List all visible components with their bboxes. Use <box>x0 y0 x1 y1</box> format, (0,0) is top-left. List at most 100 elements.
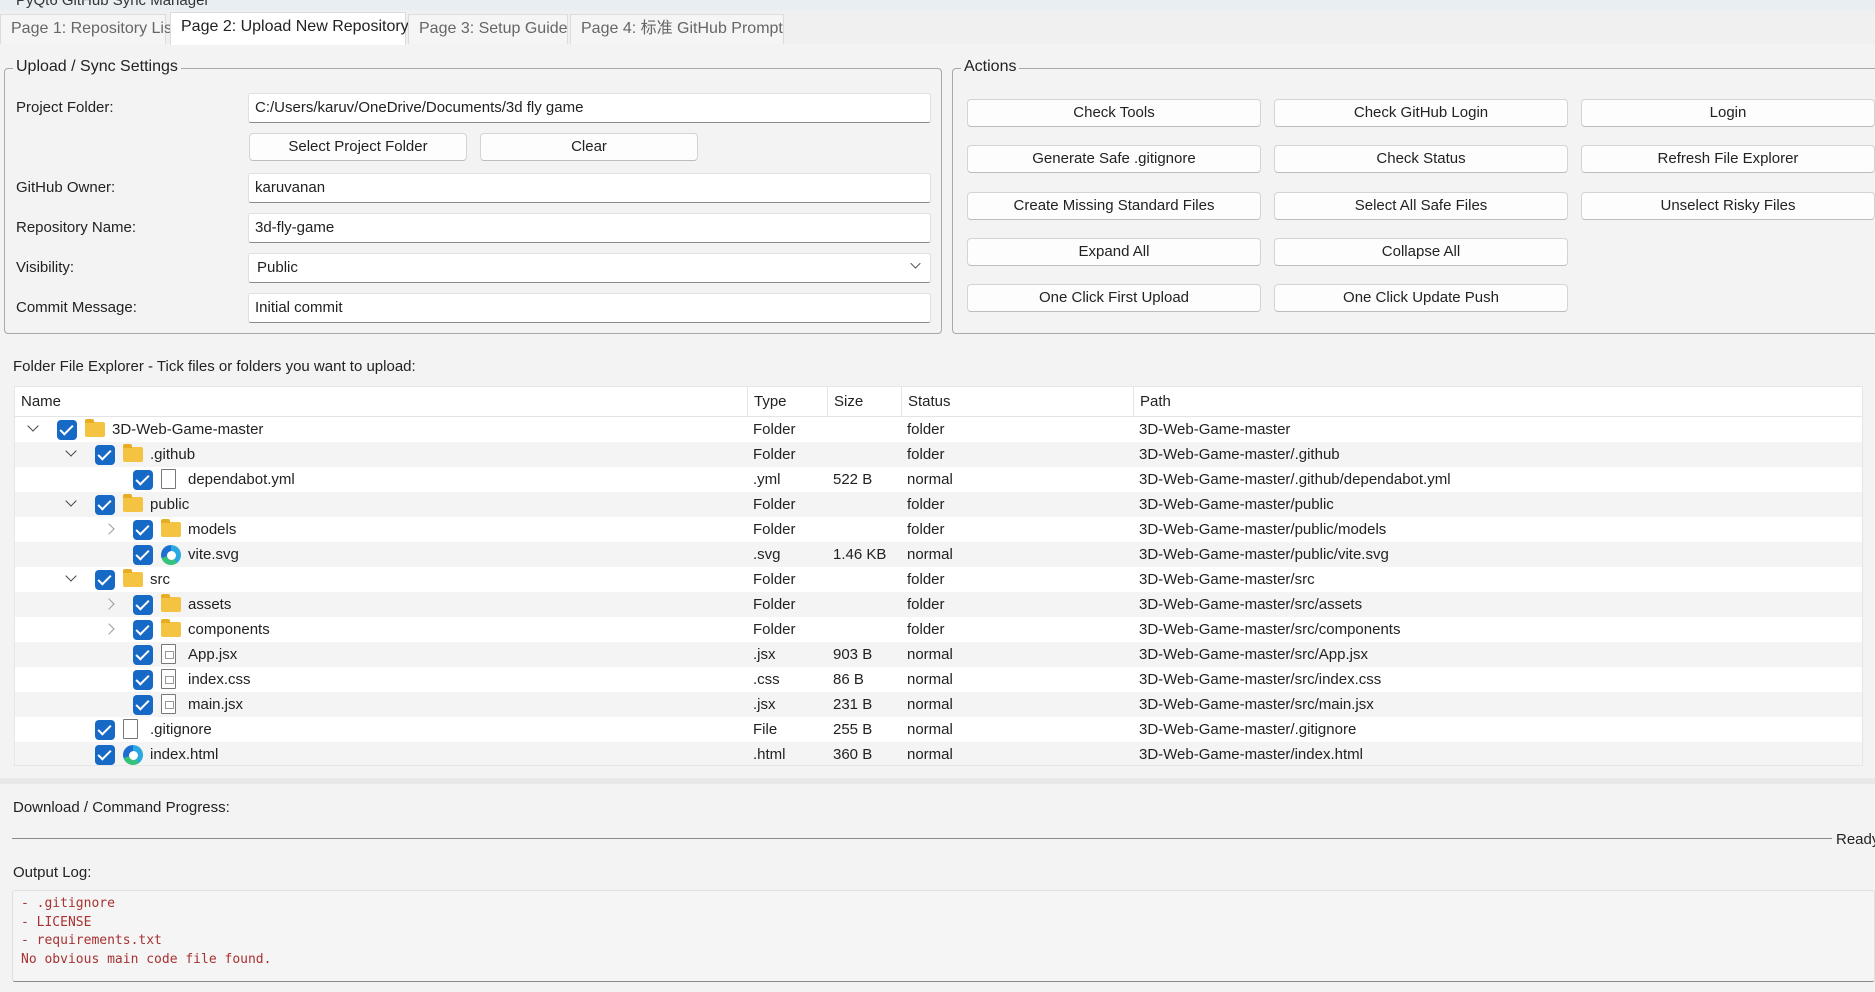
tree-row[interactable]: vite.svg .svg 1.46 KB normal 3D-Web-Game-mas… <box>15 542 1862 567</box>
row-checkbox[interactable] <box>95 745 115 765</box>
generate-gitignore-button[interactable]: Generate Safe .gitignore <box>967 145 1261 173</box>
check-tools-button[interactable]: Check Tools <box>967 99 1261 127</box>
actions-group: Actions Check Tools Check GitHub Login L… <box>952 58 1875 334</box>
column-header-type[interactable]: Type <box>748 387 828 417</box>
tree-row[interactable]: App.jsx .jsx 903 B normal 3D-Web-Game-master… <box>15 642 1862 667</box>
row-size: 86 B <box>833 671 864 688</box>
refresh-file-explorer-button[interactable]: Refresh File Explorer <box>1581 145 1875 173</box>
output-log-label: Output Log: <box>13 864 92 881</box>
folder-icon <box>123 444 143 462</box>
row-checkbox[interactable] <box>133 520 153 540</box>
row-type: Folder <box>753 596 796 613</box>
unselect-risky-files-button[interactable]: Unselect Risky Files <box>1581 192 1875 220</box>
row-name: .gitignore <box>150 721 212 738</box>
select-project-folder-button[interactable]: Select Project Folder <box>249 133 467 161</box>
tab-repository-list[interactable]: Page 1: Repository List <box>0 14 176 44</box>
file-explorer-tree[interactable]: Name Type Size Status Path 3D-Web-Game-m… <box>14 386 1863 766</box>
row-status: folder <box>907 596 945 613</box>
tab-setup-guide[interactable]: Page 3: Setup Guide <box>408 14 568 44</box>
tree-header: Name Type Size Status Path <box>15 387 1862 417</box>
row-size: 522 B <box>833 471 873 488</box>
chevron-down-icon[interactable] <box>65 570 77 582</box>
tree-row[interactable]: public Folder folder 3D-Web-Game-master/pub… <box>15 492 1862 517</box>
chevron-right-icon[interactable] <box>103 523 115 535</box>
row-type: Folder <box>753 571 796 588</box>
tree-row[interactable]: main.jsx .jsx 231 B normal 3D-Web-Game-maste… <box>15 692 1862 717</box>
row-checkbox[interactable] <box>95 445 115 465</box>
output-log[interactable]: - .gitignore - LICENSE - requirements.tx… <box>12 890 1875 982</box>
expand-all-button[interactable]: Expand All <box>967 238 1261 266</box>
settings-group: Upload / Sync Settings Project Folder: C… <box>4 58 942 334</box>
check-github-login-button[interactable]: Check GitHub Login <box>1274 99 1568 127</box>
row-name: src <box>150 571 170 588</box>
tree-row[interactable]: dependabot.yml .yml 522 B normal 3D-Web-Game… <box>15 467 1862 492</box>
project-folder-input[interactable]: C:/Users/karuv/OneDrive/Documents/3d fly… <box>248 93 931 123</box>
commit-message-input[interactable]: Initial commit <box>248 293 931 323</box>
column-header-path[interactable]: Path <box>1134 387 1862 417</box>
row-checkbox[interactable] <box>133 595 153 615</box>
one-click-update-push-button[interactable]: One Click Update Push <box>1274 284 1568 312</box>
row-checkbox[interactable] <box>95 570 115 590</box>
chevron-right-icon[interactable] <box>103 623 115 635</box>
chevron-right-icon[interactable] <box>103 598 115 610</box>
tree-row[interactable]: models Folder folder 3D-Web-Game-master/pub… <box>15 517 1862 542</box>
tree-row[interactable]: index.html .html 360 B normal 3D-Web-Game-ma… <box>15 742 1862 765</box>
row-checkbox[interactable] <box>57 420 77 440</box>
row-status: normal <box>907 746 953 763</box>
row-checkbox[interactable] <box>133 545 153 565</box>
app-window: PyQt6 GitHub Sync Manager Page 1: Reposi… <box>0 0 1875 992</box>
one-click-first-upload-button[interactable]: One Click First Upload <box>967 284 1261 312</box>
tree-row[interactable]: src Folder folder 3D-Web-Game-master/src <box>15 567 1862 592</box>
column-header-status[interactable]: Status <box>902 387 1134 417</box>
tab-upload-new-repository[interactable]: Page 2: Upload New Repository <box>170 12 409 45</box>
row-checkbox[interactable] <box>133 645 153 665</box>
log-line: - .gitignore <box>21 896 115 911</box>
login-button[interactable]: Login <box>1581 99 1875 127</box>
row-checkbox[interactable] <box>133 620 153 640</box>
tab-bar: Page 1: Repository List Page 2: Upload N… <box>0 10 1875 45</box>
file-icon <box>161 469 176 489</box>
row-status: folder <box>907 571 945 588</box>
row-path: 3D-Web-Game-master/.github/dependabot.ym… <box>1139 471 1451 488</box>
repository-name-input[interactable]: 3d-fly-game <box>248 213 931 243</box>
tree-row[interactable]: assets Folder folder 3D-Web-Game-master/src… <box>15 592 1862 617</box>
tree-row[interactable]: components Folder folder 3D-Web-Game-master… <box>15 617 1862 642</box>
progress-label: Download / Command Progress: <box>13 799 230 816</box>
row-checkbox[interactable] <box>133 695 153 715</box>
check-status-button[interactable]: Check Status <box>1274 145 1568 173</box>
row-status: normal <box>907 696 953 713</box>
explorer-caption: Folder File Explorer - Tick files or fol… <box>13 358 416 375</box>
tree-row[interactable]: .github Folder folder 3D-Web-Game-master/.g… <box>15 442 1862 467</box>
splitter[interactable] <box>0 778 1875 784</box>
row-status: folder <box>907 521 945 538</box>
chevron-down-icon[interactable] <box>27 420 39 432</box>
row-path: 3D-Web-Game-master/public <box>1139 496 1334 513</box>
row-checkbox[interactable] <box>95 495 115 515</box>
column-header-name[interactable]: Name <box>15 387 748 417</box>
tree-row[interactable]: index.css .css 86 B normal 3D-Web-Game-maste… <box>15 667 1862 692</box>
row-type: Folder <box>753 521 796 538</box>
visibility-label: Visibility: <box>16 259 75 276</box>
chevron-down-icon[interactable] <box>65 495 77 507</box>
row-checkbox[interactable] <box>133 470 153 490</box>
tree-row[interactable]: .gitignore File 255 B normal 3D-Web-Game-mas… <box>15 717 1862 742</box>
github-owner-label: GitHub Owner: <box>16 179 116 196</box>
tree-row[interactable]: 3D-Web-Game-master Folder folder 3D-Web-Gam… <box>15 417 1862 442</box>
row-size: 360 B <box>833 746 873 763</box>
column-header-size[interactable]: Size <box>828 387 902 417</box>
row-type: .svg <box>753 546 781 563</box>
create-missing-files-button[interactable]: Create Missing Standard Files <box>967 192 1261 220</box>
log-line: - requirements.txt <box>21 933 162 948</box>
tab-github-prompt[interactable]: Page 4: 标准 GitHub Prompt <box>570 14 784 44</box>
row-checkbox[interactable] <box>133 670 153 690</box>
clear-button[interactable]: Clear <box>480 133 698 161</box>
github-owner-input[interactable]: karuvanan <box>248 173 931 203</box>
row-checkbox[interactable] <box>95 720 115 740</box>
collapse-all-button[interactable]: Collapse All <box>1274 238 1568 266</box>
folder-icon <box>161 619 181 637</box>
select-all-safe-files-button[interactable]: Select All Safe Files <box>1274 192 1568 220</box>
row-type: .yml <box>753 471 781 488</box>
visibility-select[interactable]: Public <box>248 253 931 283</box>
chevron-down-icon[interactable] <box>65 445 77 457</box>
chevron-down-icon <box>910 258 921 269</box>
